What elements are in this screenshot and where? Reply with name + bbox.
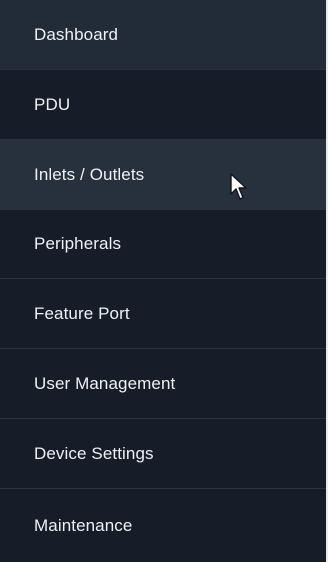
sidebar-item-label: Inlets / Outlets (34, 164, 145, 184)
sidebar-item-pdu[interactable]: PDU (0, 70, 326, 140)
sidebar-item-dashboard[interactable]: Dashboard (0, 0, 326, 70)
sidebar-item-label: Maintenance (34, 515, 133, 535)
sidebar-item-peripherals[interactable]: Peripherals (0, 210, 326, 279)
sidebar-nav: Dashboard PDU Inlets / Outlets Periphera… (0, 0, 328, 562)
arrow-pointer-icon (230, 173, 247, 200)
sidebar-item-maintenance[interactable]: Maintenance (0, 489, 326, 562)
sidebar-item-user-management[interactable]: User Management (0, 349, 326, 419)
sidebar-item-label: Feature Port (34, 303, 130, 323)
sidebar-item-label: Peripherals (34, 234, 122, 253)
sidebar-item-feature-port[interactable]: Feature Port (0, 279, 326, 349)
sidebar-item-label: User Management (34, 373, 176, 393)
sidebar-item-label: PDU (34, 94, 71, 114)
sidebar-item-label: Dashboard (34, 24, 119, 44)
sidebar-item-device-settings[interactable]: Device Settings (0, 419, 326, 489)
sidebar-item-label: Device Settings (34, 443, 154, 463)
sidebar-item-inlets-outlets[interactable]: Inlets / Outlets (0, 140, 326, 210)
